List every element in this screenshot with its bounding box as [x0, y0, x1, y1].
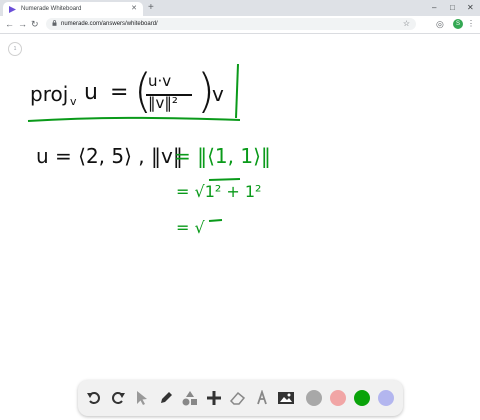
sqrt-overbar — [208, 178, 241, 181]
text-icon[interactable] — [252, 388, 272, 408]
color-swatch-gray[interactable] — [306, 390, 322, 406]
add-icon[interactable] — [204, 388, 224, 408]
color-swatch-lavender[interactable] — [378, 390, 394, 406]
color-swatch-green[interactable] — [354, 390, 370, 406]
select-icon[interactable] — [132, 388, 152, 408]
pen-icon[interactable] — [156, 388, 176, 408]
norm-sqrt-line: = √ — [176, 218, 205, 237]
image-icon[interactable] — [276, 388, 296, 408]
box-bottom-edge — [27, 116, 241, 122]
eraser-icon[interactable] — [228, 388, 248, 408]
undo-icon[interactable] — [84, 388, 104, 408]
color-swatch-pink[interactable] — [330, 390, 346, 406]
given-vectors-line: u = ⟨2, 5⟩ , ‖v‖ — [36, 144, 183, 168]
redo-icon[interactable] — [108, 388, 128, 408]
ink-strokes — [27, 63, 241, 222]
shapes-icon[interactable] — [180, 388, 200, 408]
tool-palette — [78, 380, 403, 416]
norm-expansion-line: = √1² + 1² — [176, 182, 262, 201]
sqrt-overbar-partial — [208, 219, 223, 222]
box-right-edge — [235, 63, 239, 119]
norm-v-line: = ‖⟨1, 1⟩‖ — [174, 144, 271, 168]
